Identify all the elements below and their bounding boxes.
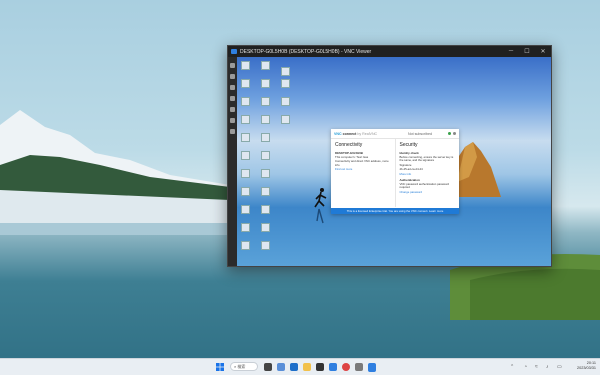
desktop-icon[interactable]: [259, 169, 271, 178]
search-icon: ⌕: [234, 364, 237, 369]
edge-icon[interactable]: [290, 363, 298, 371]
desktop-icon[interactable]: [239, 115, 251, 124]
vnc-app-icon: [231, 49, 237, 54]
identity-check-text: Before connecting, ensure the server key…: [399, 155, 454, 163]
desktop-icon[interactable]: [239, 97, 251, 106]
wallpaper-mountains: [0, 110, 230, 235]
window-titlebar[interactable]: DESKTOP-G0L5H0B (DESKTOP-G0L5H0B) - VNC …: [228, 46, 551, 57]
identity-more-link[interactable]: More info: [400, 172, 456, 176]
window-title: DESKTOP-G0L5H0B (DESKTOP-G0L5H0B) - VNC …: [240, 48, 372, 55]
toolbar-tool-icon[interactable]: [230, 96, 235, 101]
app-icon[interactable]: [355, 363, 363, 371]
desktop-icon[interactable]: [259, 97, 271, 106]
desktop-icon[interactable]: [239, 223, 251, 232]
toolbar-tool-icon[interactable]: [230, 74, 235, 79]
toolbar-tool-icon[interactable]: [230, 118, 235, 123]
connectivity-heading: Connectivity: [335, 142, 363, 148]
taskbar-clock[interactable]: 20:11 2023/03/31: [577, 361, 596, 371]
connectivity-link[interactable]: Find out more: [335, 167, 391, 171]
desktop-icon[interactable]: [239, 187, 251, 196]
desktop-icon[interactable]: [239, 133, 251, 142]
desktop-icon[interactable]: [259, 205, 271, 214]
connectivity-info: Connectivity and direct VNC address, mor…: [335, 159, 389, 167]
desktop-icon[interactable]: [259, 61, 271, 70]
desktop-icon[interactable]: [279, 115, 291, 124]
taskbar: ⌕ 検索 ⌃ ◔ ≈ ♪ ▭ 20:11 2023/03/31: [0, 358, 600, 375]
authentication-text: VNC password authentication password req…: [399, 182, 450, 190]
desktop-icon[interactable]: [279, 97, 291, 106]
wallpaper-runner-silhouette: [314, 188, 327, 224]
connectivity-panel: Connectivity DESKTOP-G0L5H0B This comput…: [331, 139, 395, 207]
desktop-icon[interactable]: [259, 223, 271, 232]
wifi-icon[interactable]: ≈: [535, 364, 538, 370]
desktop-icon[interactable]: [259, 79, 271, 88]
chat-icon[interactable]: [277, 363, 285, 371]
close-button[interactable]: ✕: [535, 48, 551, 55]
desktop-icon[interactable]: [259, 187, 271, 196]
license-banner[interactable]: This is a licensed Enterprise trial. You…: [331, 208, 459, 214]
vnc-viewer-window[interactable]: DESKTOP-G0L5H0B (DESKTOP-G0L5H0B) - VNC …: [227, 45, 552, 267]
desktop-icon[interactable]: [279, 79, 291, 88]
toolbar-tool-icon[interactable]: [230, 129, 235, 134]
desktop-icon[interactable]: [239, 151, 251, 160]
subscription-status: Not subscribed: [408, 131, 432, 136]
vnc-app-header: VNC connect by RealVNC Not subscribed: [331, 129, 459, 139]
file-explorer-icon[interactable]: [303, 363, 311, 371]
desktop-icon[interactable]: [239, 205, 251, 214]
minimize-button[interactable]: ─: [503, 48, 519, 55]
toolbar-tool-icon[interactable]: [230, 107, 235, 112]
vnc-logo: VNC connect by RealVNC: [334, 131, 378, 136]
battery-icon[interactable]: ▭: [557, 364, 562, 370]
clock-date: 2023/03/31: [576, 366, 596, 370]
remote-desktop-view[interactable]: VNC connect by RealVNC Not subscribed Co…: [228, 57, 551, 266]
vnc-side-toolbar: [228, 57, 237, 266]
toolbar-tool-icon[interactable]: [230, 63, 235, 68]
desktop-icon[interactable]: [239, 79, 251, 88]
change-password-link[interactable]: Change password: [400, 190, 456, 194]
vnc-connect-app-window[interactable]: VNC connect by RealVNC Not subscribed Co…: [331, 129, 459, 214]
taskbar-search[interactable]: ⌕ 検索: [230, 362, 258, 371]
desktop-icon[interactable]: [239, 169, 251, 178]
security-panel: Security Identity check Before connectin…: [394, 139, 460, 207]
task-view-icon[interactable]: [264, 363, 272, 371]
toolbar-tool-icon[interactable]: [230, 85, 235, 90]
mail-icon[interactable]: [329, 363, 337, 371]
windows-start-icon[interactable]: [216, 363, 224, 371]
chevron-up-icon[interactable]: ⌃: [510, 364, 514, 370]
desktop-icon[interactable]: [239, 241, 251, 250]
status-dot-icon: [448, 132, 451, 135]
desktop-icon[interactable]: [259, 115, 271, 124]
desktop-icon[interactable]: [259, 151, 271, 160]
desktop-icon[interactable]: [279, 67, 291, 76]
desktop-icon[interactable]: [239, 61, 251, 70]
vnc-viewer-taskbar-icon[interactable]: [368, 363, 376, 372]
volume-icon[interactable]: ♪: [546, 364, 549, 370]
store-icon[interactable]: [316, 363, 324, 371]
menu-icon[interactable]: [453, 132, 456, 135]
desktop-icon[interactable]: [259, 241, 271, 250]
network-icon[interactable]: ◔: [524, 364, 527, 370]
maximize-button[interactable]: ☐: [519, 48, 535, 55]
desktop-icon[interactable]: [259, 133, 271, 142]
chrome-icon[interactable]: [342, 363, 350, 371]
security-heading: Security: [399, 142, 418, 148]
